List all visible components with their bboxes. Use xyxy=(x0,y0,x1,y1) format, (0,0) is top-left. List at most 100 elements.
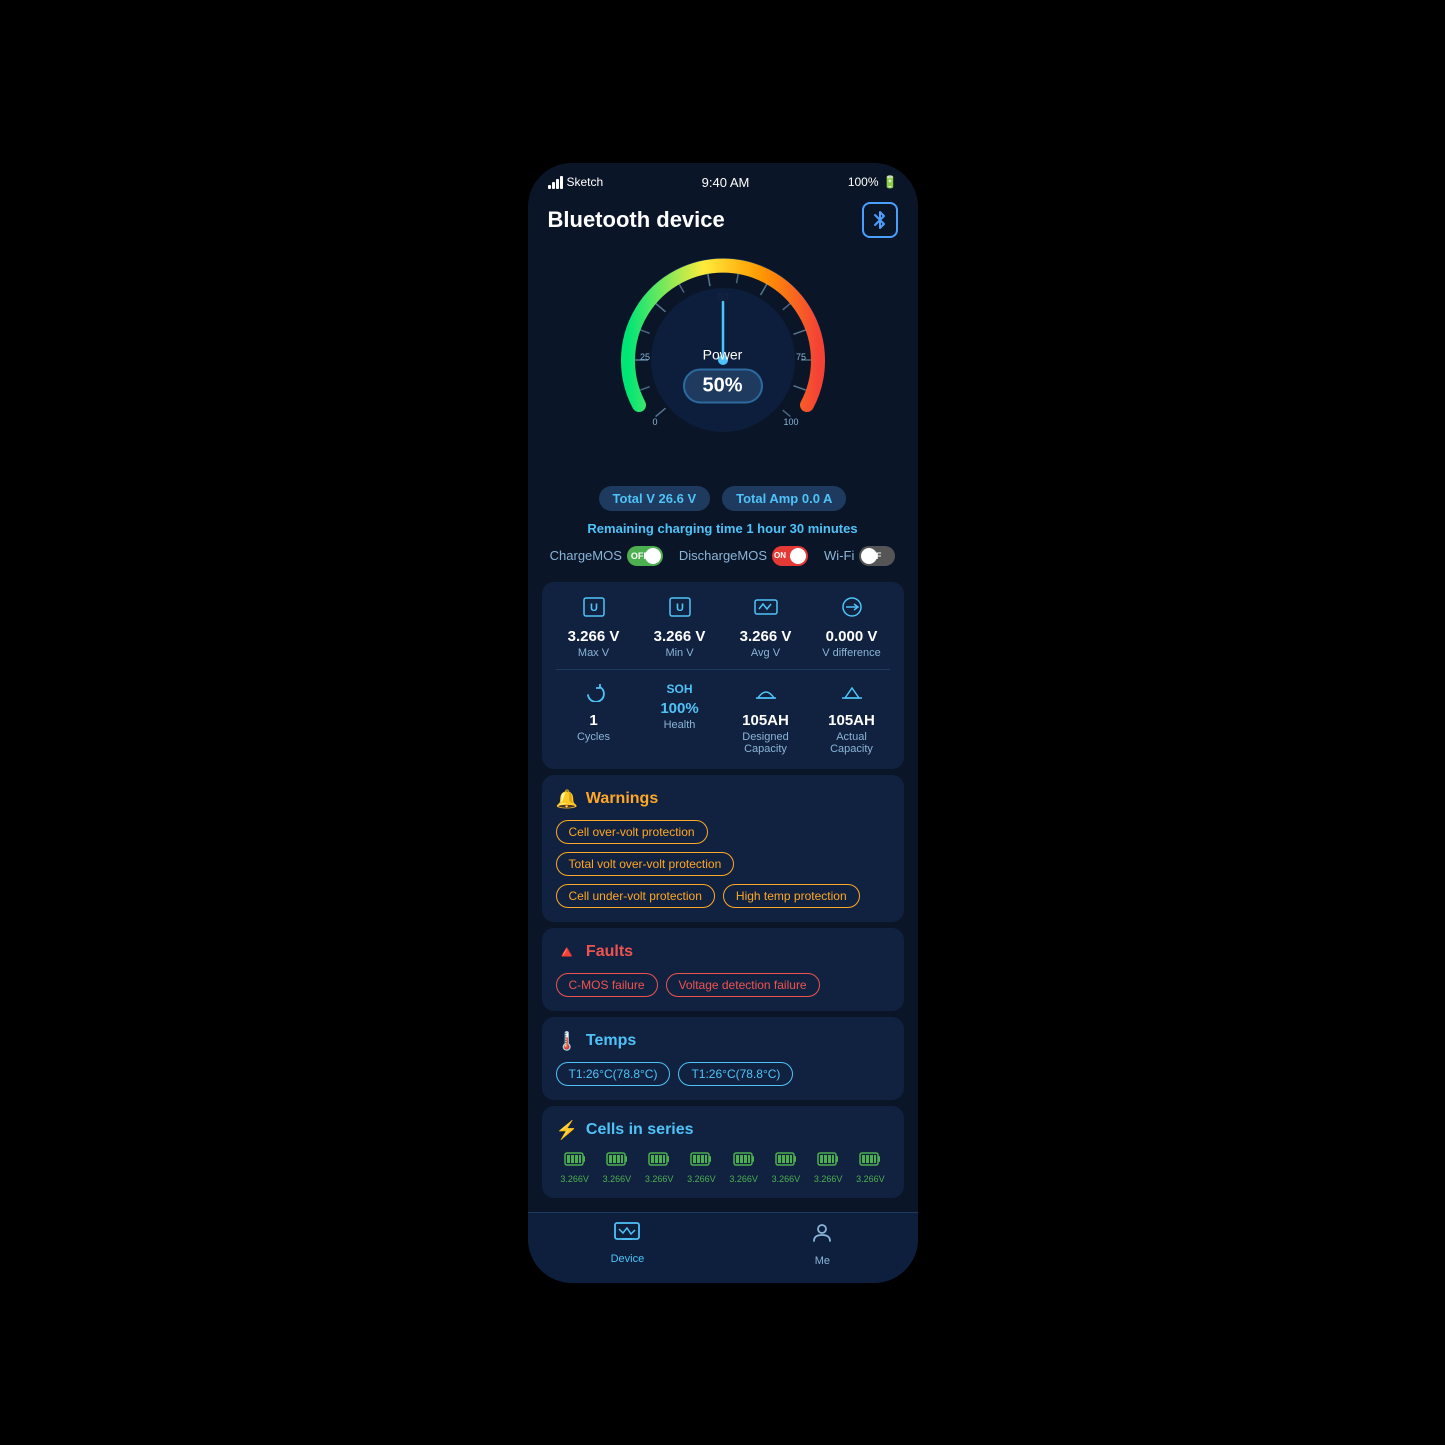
charging-time-label: Remaining charging time xyxy=(587,521,742,536)
status-left: Sketch xyxy=(548,175,604,189)
page-title: Bluetooth device xyxy=(548,207,725,233)
status-bar: Sketch 9:40 AM 100% 🔋 xyxy=(528,163,918,194)
soh-label: Health xyxy=(664,719,696,731)
device-nav-icon xyxy=(614,1221,640,1249)
cells-header: ⚡ Cells in series xyxy=(556,1120,890,1141)
min-v-value: 3.266 V xyxy=(654,628,706,645)
cycles-value: 1 xyxy=(589,712,597,729)
cell-7-value: 3.266V xyxy=(856,1174,885,1184)
v-diff-cell: 0.000 V V difference xyxy=(814,596,890,659)
max-v-cell: U 3.266 V Max V xyxy=(556,596,632,659)
nav-device[interactable]: Device xyxy=(611,1221,645,1267)
gauge-percent: 50% xyxy=(682,368,762,403)
cell-1: 3.266V xyxy=(598,1151,636,1184)
avg-v-value: 3.266 V xyxy=(740,628,792,645)
wifi-knob xyxy=(861,548,877,564)
cells-title: Cells in series xyxy=(586,1121,694,1139)
max-v-label: Max V xyxy=(578,647,609,659)
cell-2-value: 3.266V xyxy=(645,1174,674,1184)
v-diff-icon xyxy=(840,596,864,624)
faults-icon: 🔺 xyxy=(556,942,578,963)
discharge-mos-state: ON xyxy=(774,551,786,560)
warnings-tags: Cell over-volt protection Total volt ove… xyxy=(556,820,890,908)
cell-3: 3.266V xyxy=(682,1151,720,1184)
total-amp-stat: Total Amp 0.0 A xyxy=(722,486,846,511)
warning-tag-2: Cell under-volt protection xyxy=(556,884,715,908)
designed-cap-cell: 105AH Designed Capacity xyxy=(728,680,804,755)
charge-mos-label: ChargeMOS xyxy=(550,548,622,563)
cells-card: ⚡ Cells in series 3.2 xyxy=(542,1106,904,1198)
designed-cap-label: Designed Capacity xyxy=(728,731,804,755)
wifi-label: Wi-Fi xyxy=(824,548,854,563)
total-v-label: Total V xyxy=(613,491,655,506)
charge-mos-knob xyxy=(645,548,661,564)
status-time: 9:40 AM xyxy=(702,175,750,190)
signal-icon xyxy=(548,176,563,189)
warnings-card: 🔔 Warnings Cell over-volt protection Tot… xyxy=(542,775,904,922)
gauge-label: Power xyxy=(682,346,762,362)
content-scroll: 50 25 75 0 100 Power 50% xyxy=(528,250,918,1212)
temp-tag-1: T1:26°C(78.8°C) xyxy=(678,1062,793,1086)
designed-cap-icon xyxy=(754,680,778,708)
nav-device-label: Device xyxy=(611,1253,645,1265)
fault-tag-0: C-MOS failure xyxy=(556,973,658,997)
cell-0: 3.266V xyxy=(556,1151,594,1184)
warning-tag-3: High temp protection xyxy=(723,884,860,908)
svg-text:U: U xyxy=(590,602,598,614)
cell-2: 3.266V xyxy=(640,1151,678,1184)
bluetooth-button[interactable] xyxy=(862,202,898,238)
faults-card: 🔺 Faults C-MOS failure Voltage detection… xyxy=(542,928,904,1011)
v-diff-label: V difference xyxy=(822,647,881,659)
actual-cap-label: Actual Capacity xyxy=(814,731,890,755)
cell-0-value: 3.266V xyxy=(560,1174,589,1184)
max-v-value: 3.266 V xyxy=(568,628,620,645)
avg-v-icon xyxy=(754,596,778,624)
soh-cell: SOH 100% Health xyxy=(642,680,718,755)
temps-header: 🌡️ Temps xyxy=(556,1031,890,1052)
warning-tag-0: Cell over-volt protection xyxy=(556,820,708,844)
avg-v-cell: 3.266 V Avg V xyxy=(728,596,804,659)
carrier-name: Sketch xyxy=(567,175,604,189)
wifi-toggle[interactable]: OFF xyxy=(859,546,895,566)
total-amp-label: Total Amp xyxy=(736,491,798,506)
warnings-header: 🔔 Warnings xyxy=(556,789,890,810)
discharge-mos-knob xyxy=(790,548,806,564)
fault-tag-1: Voltage detection failure xyxy=(666,973,820,997)
temps-icon: 🌡️ xyxy=(556,1031,578,1052)
svg-text:0: 0 xyxy=(652,417,657,427)
cell-1-icon xyxy=(606,1151,628,1172)
charge-mos-toggle[interactable]: OFF xyxy=(627,546,663,566)
cell-2-icon xyxy=(648,1151,670,1172)
max-v-icon: U xyxy=(582,596,606,624)
cell-6-icon xyxy=(817,1151,839,1172)
cell-5: 3.266V xyxy=(767,1151,805,1184)
warnings-title: Warnings xyxy=(586,790,658,808)
battery-icon: 🔋 xyxy=(883,175,898,189)
warnings-icon: 🔔 xyxy=(556,789,578,810)
cell-7: 3.266V xyxy=(851,1151,889,1184)
actual-cap-value: 105AH xyxy=(828,712,875,729)
wifi-group: Wi-Fi OFF xyxy=(824,546,895,566)
temp-tag-0: T1:26°C(78.8°C) xyxy=(556,1062,671,1086)
warning-tag-1: Total volt over-volt protection xyxy=(556,852,735,876)
gauge-container: 50 25 75 0 100 Power 50% xyxy=(528,250,918,480)
cycles-cell: 1 Cycles xyxy=(556,680,632,755)
svg-text:75: 75 xyxy=(795,352,805,362)
total-v-stat: Total V 26.6 V xyxy=(599,486,711,511)
cell-4-value: 3.266V xyxy=(729,1174,758,1184)
cycles-icon xyxy=(582,680,606,708)
cell-1-value: 3.266V xyxy=(603,1174,632,1184)
gauge-center: Power 50% xyxy=(682,316,762,403)
cells-grid: 3.266V 3.266V xyxy=(556,1151,890,1184)
data-grid-bottom: 1 Cycles SOH 100% Health 105AH xyxy=(556,680,890,755)
cell-6-value: 3.266V xyxy=(814,1174,843,1184)
cell-3-icon xyxy=(690,1151,712,1172)
min-v-cell: U 3.266 V Min V xyxy=(642,596,718,659)
svg-text:100: 100 xyxy=(783,417,798,427)
cycles-label: Cycles xyxy=(577,731,610,743)
stats-row: Total V 26.6 V Total Amp 0.0 A xyxy=(528,480,918,517)
discharge-mos-toggle[interactable]: ON xyxy=(772,546,808,566)
nav-me[interactable]: Me xyxy=(810,1221,834,1267)
cell-0-icon xyxy=(564,1151,586,1172)
faults-tags: C-MOS failure Voltage detection failure xyxy=(556,973,890,997)
